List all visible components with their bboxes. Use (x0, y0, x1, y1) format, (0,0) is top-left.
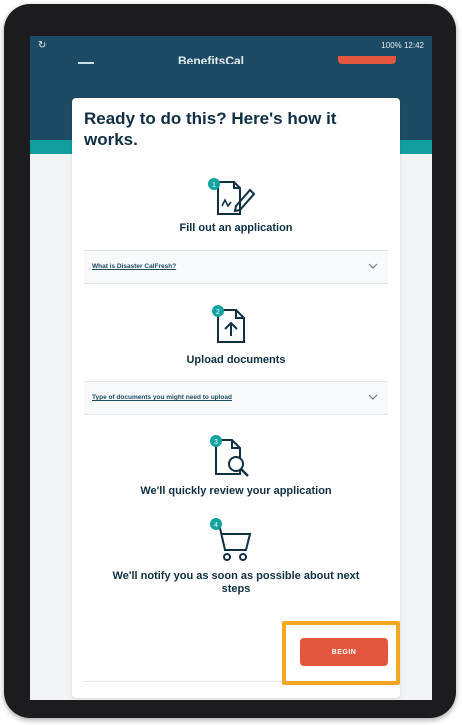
step-number: 3 (214, 439, 218, 446)
review-document-icon: 3 (210, 435, 249, 477)
step-title: We'll quickly review your application (140, 485, 332, 497)
step-number: 1 (212, 182, 216, 189)
status-right: 100% 12:42 (381, 41, 424, 50)
chevron-down-icon[interactable] (368, 393, 378, 401)
step-number: 2 (216, 309, 220, 316)
how-it-works-card: Ready to do this? Here's how it works. 1… (72, 98, 400, 698)
app-logo[interactable]: BenefitsCal (178, 56, 244, 64)
edit-document-icon: 1 (208, 178, 256, 215)
accordion-disaster-calfresh[interactable]: What is Disaster CalFresh? (84, 250, 388, 284)
app-screen: ↻ 100% 12:42 BenefitsCal Ready to do thi… (30, 36, 432, 700)
header-action-button[interactable] (338, 56, 396, 64)
step-title: We'll notify you as soon as possible abo… (112, 570, 360, 595)
step-title: Upload documents (186, 354, 286, 366)
begin-button[interactable]: BEGIN (300, 638, 388, 666)
status-bar: ↻ 100% 12:42 (30, 36, 432, 56)
chevron-down-icon[interactable] (368, 262, 378, 270)
accordion-document-types[interactable]: Type of documents you might need to uplo… (84, 381, 388, 415)
upload-document-icon: 2 (212, 305, 245, 343)
page-title: Ready to do this? Here's how it works. (84, 109, 337, 149)
hamburger-icon[interactable] (78, 62, 94, 64)
sync-icon: ↻ (38, 40, 47, 51)
accordion-label[interactable]: Type of documents you might need to uplo… (92, 394, 232, 401)
step-number: 4 (214, 522, 218, 529)
cart-icon: 4 (210, 518, 252, 561)
accordion-label[interactable]: What is Disaster CalFresh? (92, 263, 176, 270)
step-title: Fill out an application (179, 222, 293, 234)
